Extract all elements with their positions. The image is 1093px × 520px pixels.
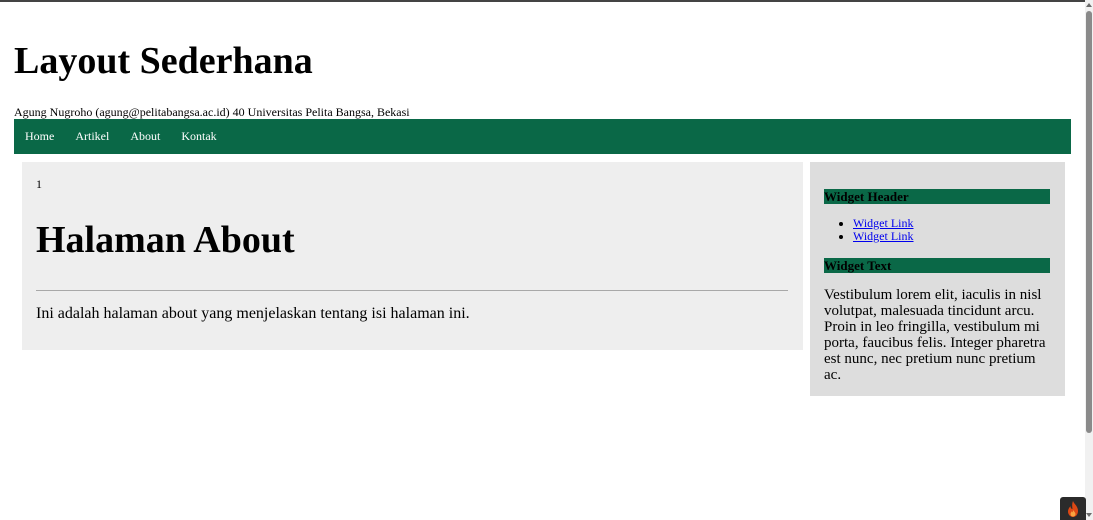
- contact-line: Agung Nugroho (agung@pelitabangsa.ac.id)…: [14, 105, 410, 119]
- widget-link-list: Widget Link Widget Link: [824, 217, 914, 243]
- widget-text-body: Vestibulum lorem elit, iaculis in nisl v…: [824, 287, 1046, 383]
- widget-text-title: Widget Text: [824, 258, 1050, 273]
- widget-header-title: Widget Header: [824, 189, 1050, 204]
- scroll-down-arrow-icon[interactable]: [1086, 513, 1092, 517]
- widget-link-item: Widget Link: [853, 230, 914, 243]
- site-title: Layout Sederhana: [14, 40, 313, 82]
- nav-home-link[interactable]: Home: [25, 129, 54, 144]
- scrollbar-thumb[interactable]: [1086, 11, 1092, 433]
- nav-kontak-link[interactable]: Kontak: [181, 129, 216, 144]
- main-navbar: Home Artikel About Kontak: [14, 119, 1071, 154]
- content-divider: [36, 290, 788, 291]
- window-top-border: [0, 0, 1093, 2]
- vertical-scrollbar[interactable]: [1085, 0, 1093, 520]
- flame-icon: [1068, 500, 1078, 517]
- page-number: 1: [36, 177, 42, 191]
- nav-artikel-link[interactable]: Artikel: [75, 129, 109, 144]
- sidebar: Widget Header Widget Link Widget Link Wi…: [810, 162, 1065, 396]
- nav-about-link[interactable]: About: [130, 129, 160, 144]
- main-content: 1 Halaman About Ini adalah halaman about…: [22, 162, 803, 350]
- widget-link[interactable]: Widget Link: [853, 216, 914, 230]
- widget-link[interactable]: Widget Link: [853, 229, 914, 243]
- page-heading: Halaman About: [36, 219, 295, 261]
- page-body-text: Ini adalah halaman about yang menjelaska…: [36, 305, 470, 322]
- scroll-up-arrow-icon[interactable]: [1086, 3, 1092, 7]
- debug-toolbar-button[interactable]: [1060, 497, 1086, 520]
